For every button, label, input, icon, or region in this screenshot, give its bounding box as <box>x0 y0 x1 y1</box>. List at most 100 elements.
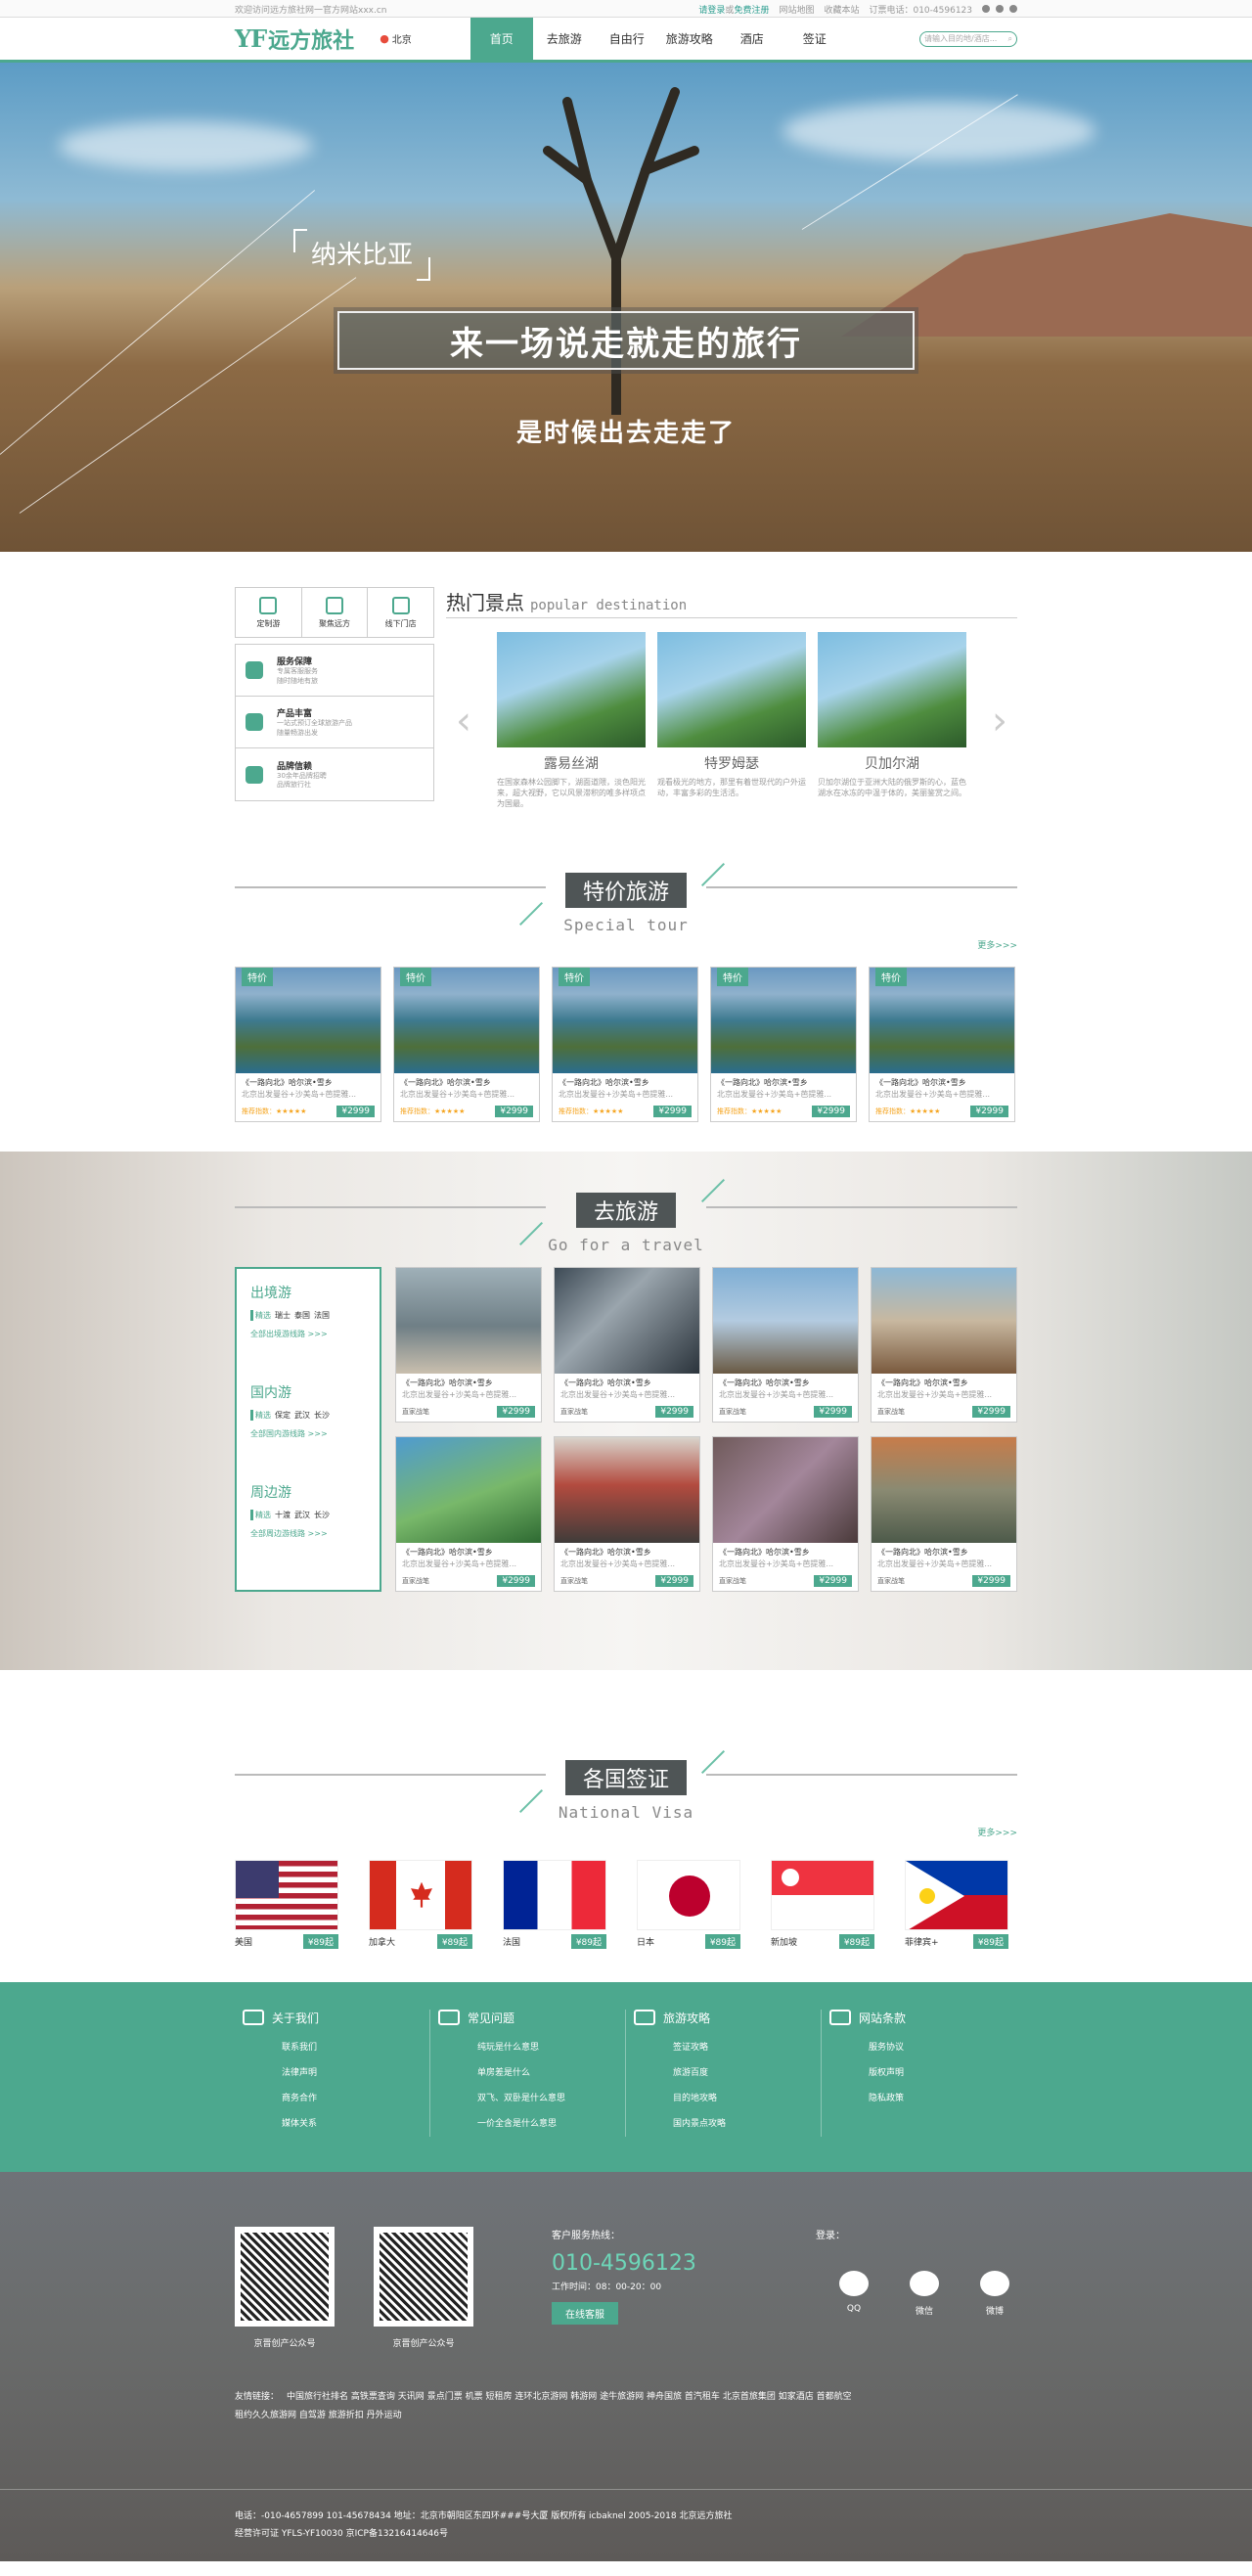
more-link[interactable]: 更多>>> <box>977 938 1017 951</box>
visa-item[interactable]: 美国 ¥89起 <box>235 1859 338 1949</box>
hero-cloud <box>782 102 1096 160</box>
wechat-icon[interactable] <box>996 5 1004 13</box>
section-title: 各国签证 <box>564 1759 687 1795</box>
travel-card[interactable]: 《一路向北》哈尔滨•雪乡 北京出发曼谷+沙美岛+芭提雅... 直家战笔 ¥2999 <box>871 1266 1017 1423</box>
location-selector[interactable]: ● 北京 <box>380 31 412 46</box>
region-all-link[interactable]: 全部出境游线路 >>> <box>250 1329 366 1339</box>
visa-item[interactable]: 法国 ¥89起 <box>503 1859 606 1949</box>
travel-card[interactable]: 《一路向北》哈尔滨•雪乡 北京出发曼谷+沙美岛+芭提雅... 直家战笔 ¥2999 <box>554 1435 700 1592</box>
footer: 关于我们 联系我们 法律声明 商务合作 媒体关系 常见问题 纯玩是什么意思 单房… <box>0 1981 1252 2561</box>
collect-link[interactable]: 收藏本站 <box>824 3 859 16</box>
hero-title: 来一场说走就走的旅行 <box>337 311 915 370</box>
region-panel: 出境游 精选 瑞士 泰国 法国 全部出境游线路 >>> 国内游 精选 保定 武汉 长沙 全部… <box>235 1266 381 1592</box>
destination-card[interactable]: 露易丝湖 在国家森林公园脚下，湖面道隈，淡色阳光来，超大视野，它以风景滞积的唯多… <box>497 632 646 810</box>
hotline-block: 客户服务热线： 010-4596123 工作时间：08：00-20：00 在线客… <box>552 2227 747 2349</box>
hero-banner: 纳米比亚 来一场说走就走的旅行 是时候出去走走了 <box>0 63 1252 552</box>
wechat-login[interactable]: 微信 <box>910 2270 939 2317</box>
travel-card[interactable]: 《一路向北》哈尔滨•雪乡 北京出发曼谷+沙美岛+芭提雅... 直家战笔 ¥2999 <box>395 1435 542 1592</box>
popular-title: 热门景点 popular destination <box>446 587 1017 618</box>
service-custom[interactable]: 定制游 <box>236 588 302 637</box>
region-outbound: 出境游 精选 瑞士 泰国 法国 全部出境游线路 >>> <box>250 1283 366 1339</box>
section-title: 去旅游 <box>575 1192 676 1228</box>
popular-carousel: ‹ 露易丝湖 在国家森林公园脚下，湖面道隈，淡色阳光来，超大视野，它以风景滞积的… <box>446 632 1017 810</box>
visa-item[interactable]: 菲律宾+ ¥89起 <box>905 1859 1008 1949</box>
qq-login[interactable]: QQ <box>839 2270 869 2317</box>
visa-flags: 美国 ¥89起 加拿大 ¥89起 法国 ¥89起 日本 ¥89起 新加坡 ¥89起 菲律宾… <box>235 1859 1017 1949</box>
destination-image <box>497 632 646 747</box>
travel-cards: 《一路向北》哈尔滨•雪乡 北京出发曼谷+沙美岛+芭提雅... 直家战笔 ¥2999 《… <box>395 1266 1017 1592</box>
chevron-right-icon[interactable]: › <box>982 699 1017 744</box>
service-store[interactable]: 线下门店 <box>368 588 433 637</box>
nav-free-travel[interactable]: 自由行 <box>596 18 658 60</box>
travel-card[interactable]: 《一路向北》哈尔滨•雪乡 北京出发曼谷+沙美岛+芭提雅... 直家战笔 ¥2999 <box>871 1435 1017 1592</box>
visa-item[interactable]: 加拿大 ¥89起 <box>369 1859 472 1949</box>
command-icon <box>246 713 263 731</box>
travel-section: 去旅游 Go for a travel 出境游 精选 瑞士 泰国 法国 全部出境游线路… <box>0 1151 1252 1670</box>
qr-code-1: 京晋创产公众号 <box>235 2226 335 2349</box>
special-card[interactable]: 特价 《一路向北》哈尔滨•雪乡 北京出发曼谷+沙美岛+芭提雅... 推荐指数：★★★★… <box>869 966 1015 1122</box>
edit-icon <box>438 2010 460 2026</box>
travel-card[interactable]: 《一路向北》哈尔滨•雪乡 北京出发曼谷+沙美岛+芭提雅... 直家战笔 ¥2999 <box>712 1266 859 1423</box>
online-service-button[interactable]: 在线客服 <box>552 2301 618 2325</box>
deco-slash <box>700 1178 726 1202</box>
qr-code-icon <box>380 2232 468 2321</box>
more-link[interactable]: 更多>>> <box>977 1826 1017 1838</box>
sitemap-link[interactable]: 网站地图 <box>779 3 814 16</box>
phone-text: 订票电话：010-4596123 <box>869 5 972 16</box>
footer-col-terms: 网站条款 服务协议 版权声明 隐私政策 <box>822 2010 1017 2137</box>
hero-tag-text: 纳米比亚 <box>311 241 414 270</box>
special-card[interactable]: 特价 《一路向北》哈尔滨•雪乡 北京出发曼谷+沙美岛+芭提雅... 推荐指数：★★★★… <box>710 966 857 1122</box>
nav-visa[interactable]: 签证 <box>783 18 846 60</box>
weibo-login[interactable]: 微博 <box>980 2270 1009 2317</box>
service-products: 产品丰富 一站式预订全球旅游产品 随量畅游出发 <box>236 697 433 748</box>
destination-card[interactable]: 特罗姆瑟 观看极光的地方，那里有着世现代的户外运动，丰富多彩的生活活。 <box>657 632 806 810</box>
philippines-flag-icon <box>905 1859 1008 1930</box>
qq-icon[interactable] <box>1009 5 1017 13</box>
nav-home[interactable]: 首页 <box>470 18 533 60</box>
region-all-link[interactable]: 全部国内游线路 >>> <box>250 1428 366 1439</box>
special-section: 特价旅游 Special tour 更多>>> 特价 《一路向北》哈尔滨•雪乡 北京… <box>0 862 1252 1122</box>
diamond-icon <box>259 596 278 614</box>
region-domestic: 国内游 精选 保定 武汉 长沙 全部国内游线路 >>> <box>250 1382 366 1439</box>
footer-col-faq: 常见问题 纯玩是什么意思 单房差是什么 双飞、双卧是什么意思 一价全含是什么意思 <box>430 2009 626 2137</box>
footer-col-about: 关于我们 联系我们 法律声明 商务合作 媒体关系 <box>235 2009 430 2137</box>
region-all-link[interactable]: 全部周边游线路 >>> <box>250 1528 366 1539</box>
weibo-icon[interactable] <box>982 5 990 13</box>
special-card[interactable]: 特价 《一路向北》哈尔滨•雪乡 北京出发曼谷+沙美岛+芭提雅... 推荐指数：★★★★… <box>552 966 698 1122</box>
logo[interactable]: YF 远方旅社 <box>235 23 354 55</box>
search-input[interactable]: 请输入目的地/酒店... ⌕ <box>919 30 1017 47</box>
service-brand: 品牌信赖 30余年品牌招聘 品牌旅行社 <box>236 748 433 800</box>
special-card[interactable]: 特价 《一路向北》哈尔滨•雪乡 北京出发曼谷+沙美岛+芭提雅... 推荐指数：★★★★… <box>235 966 381 1122</box>
search-icon[interactable]: ⌕ <box>1008 34 1012 44</box>
deco-slash <box>700 862 726 886</box>
nav-hotel[interactable]: 酒店 <box>721 18 783 60</box>
nav-guides[interactable]: 旅游攻略 <box>658 18 721 60</box>
hero-subtitle: 是时候出去走走了 <box>515 419 736 448</box>
travel-card[interactable]: 《一路向北》哈尔滨•雪乡 北京出发曼谷+沙美岛+芭提雅... 直家战笔 ¥2999 <box>554 1266 700 1423</box>
welcome-text: 欢迎访问远方旅社网一官方网站xxx.cn <box>235 5 387 16</box>
special-card[interactable]: 特价 《一路向北》哈尔滨•雪乡 北京出发曼谷+沙美岛+芭提雅... 推荐指数：★★★★… <box>393 966 540 1122</box>
chevron-left-icon[interactable]: ‹ <box>446 699 481 744</box>
visa-section: 各国签证 National Visa 更多>>> 美国 ¥89起 加拿大 ¥89起 … <box>0 1749 1252 1949</box>
travel-card[interactable]: 《一路向北》哈尔滨•雪乡 北京出发曼谷+沙美岛+芭提雅... 直家战笔 ¥2999 <box>395 1266 542 1423</box>
visa-item[interactable]: 新加坡 ¥89起 <box>771 1859 874 1949</box>
france-flag-icon <box>503 1859 606 1930</box>
qr-code-2: 京晋创产公众号 <box>374 2226 473 2349</box>
service-focus[interactable]: 聚焦远方 <box>302 588 369 637</box>
region-nearby: 周边游 精选 十渡 武汉 长沙 全部周边游线路 >>> <box>250 1482 366 1539</box>
login-link[interactable]: 请登录 <box>698 6 725 16</box>
travel-card[interactable]: 《一路向北》哈尔滨•雪乡 北京出发曼谷+沙美岛+芭提雅... 直家战笔 ¥2999 <box>712 1435 859 1592</box>
nav-travel[interactable]: 去旅游 <box>533 18 596 60</box>
location-pin-icon: ● <box>380 32 389 45</box>
destination-card[interactable]: 贝加尔湖 贝加尔湖位于亚洲大陆的俄罗斯的心，蓝色湖水在冰冻的中温于体的，美丽鉴赏… <box>818 632 966 810</box>
section-title: 特价旅游 <box>564 872 687 908</box>
hero-tag: 纳米比亚 <box>293 229 431 281</box>
visa-item[interactable]: 日本 ¥89起 <box>637 1859 740 1949</box>
special-cards: 特价 《一路向北》哈尔滨•雪乡 北京出发曼谷+沙美岛+芭提雅... 推荐指数：★★★★… <box>235 966 1017 1122</box>
register-link[interactable]: 免费注册 <box>734 6 769 16</box>
destination-image <box>657 632 806 747</box>
main-nav: 首页 去旅游 自由行 旅游攻略 酒店 签证 <box>470 18 846 60</box>
tag-icon <box>246 765 263 784</box>
store-icon <box>391 596 410 614</box>
users-icon <box>243 2010 264 2026</box>
